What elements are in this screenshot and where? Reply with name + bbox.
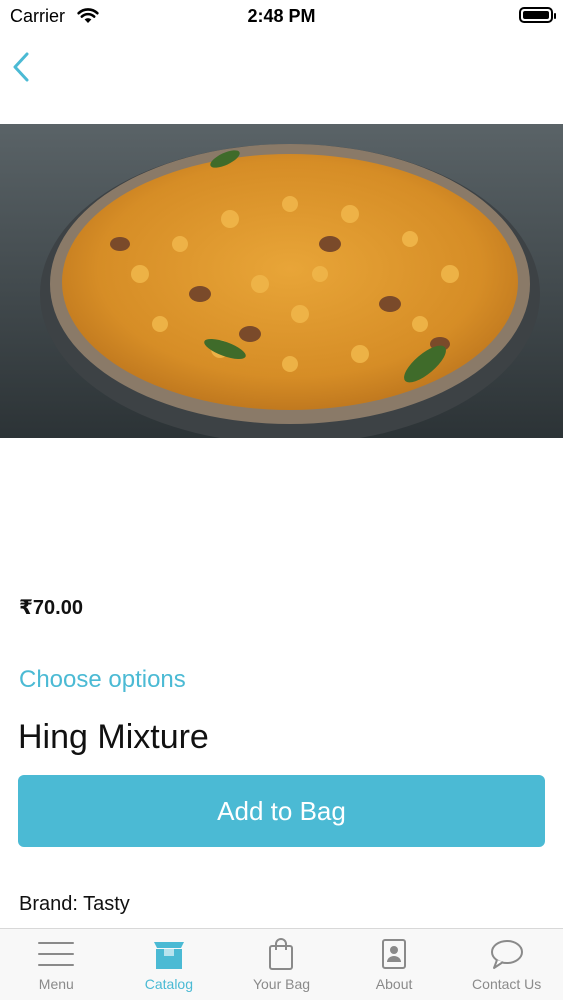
hamburger-menu-icon (38, 942, 75, 966)
shopping-bag-icon (269, 938, 294, 970)
product-price: ₹70.00 (19, 597, 83, 619)
choose-options-link[interactable]: Choose options (19, 666, 186, 694)
back-chevron-icon[interactable] (8, 48, 36, 86)
tab-catalog-label: Catalog (144, 976, 194, 992)
tab-contact-us-label: Contact Us (472, 976, 542, 992)
tab-bar: Menu Catalog Your Bag About Contact Us (0, 928, 563, 1000)
catalog-box-icon (153, 942, 184, 969)
chat-bubble-icon (490, 940, 523, 969)
product-brand: Brand: Tasty (19, 893, 130, 915)
battery-icon (519, 7, 556, 23)
tab-menu-label: Menu (38, 976, 74, 992)
product-image (0, 124, 563, 438)
add-to-bag-button[interactable]: Add to Bag (18, 775, 545, 847)
product-title: Hing Mixture (18, 718, 209, 756)
tab-your-bag[interactable]: Your Bag (225, 929, 338, 1000)
tab-your-bag-label: Your Bag (252, 976, 311, 992)
tab-catalog[interactable]: Catalog (113, 929, 226, 1000)
clock-time: 2:48 PM (247, 6, 316, 26)
tab-menu[interactable]: Menu (0, 929, 113, 1000)
tab-about[interactable]: About (338, 929, 451, 1000)
tab-about-label: About (375, 976, 413, 992)
hing-mixture-photo (0, 124, 563, 438)
status-bar: Carrier 2:48 PM (0, 0, 563, 32)
about-contact-card-icon (382, 939, 407, 969)
tab-contact-us[interactable]: Contact Us (450, 929, 563, 1000)
